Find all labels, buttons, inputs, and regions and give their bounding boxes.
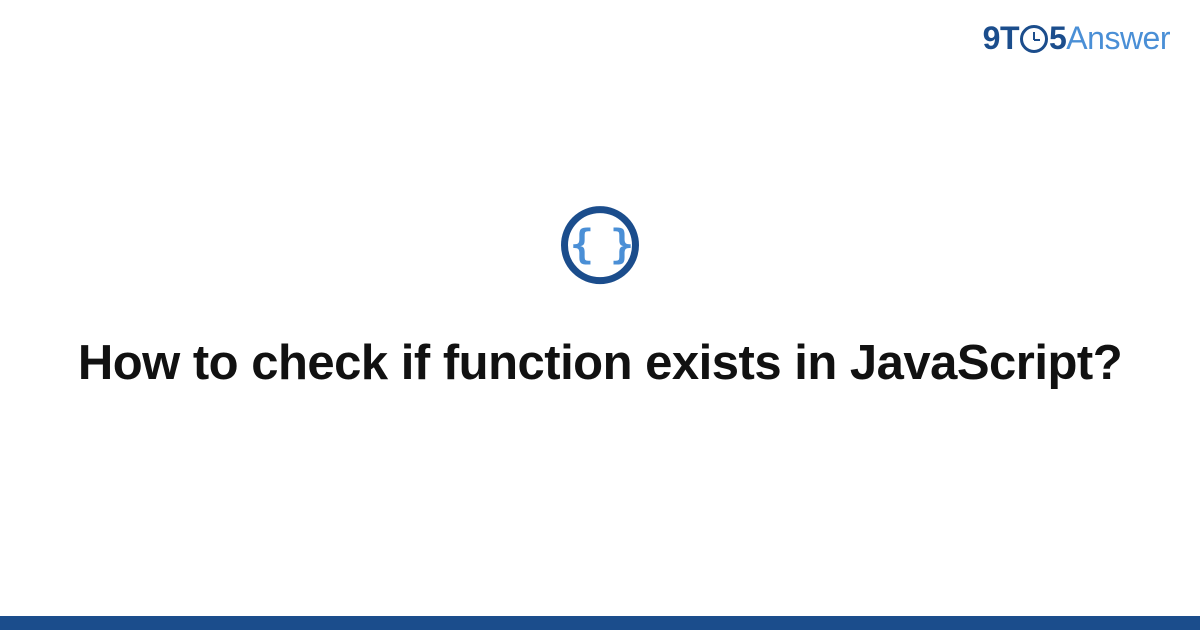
footer-bar [0,616,1200,630]
main-content: { } How to check if function exists in J… [0,206,1200,394]
code-braces-icon: { } [570,225,630,265]
logo-text-5: 5 [1049,20,1066,57]
logo-text-answer: Answer [1066,20,1170,57]
topic-icon-circle: { } [561,206,639,284]
clock-icon [1020,25,1048,53]
logo-text-9t: 9T [983,20,1019,57]
site-logo: 9T 5 Answer [983,20,1170,57]
question-title: How to check if function exists in JavaS… [60,334,1140,394]
